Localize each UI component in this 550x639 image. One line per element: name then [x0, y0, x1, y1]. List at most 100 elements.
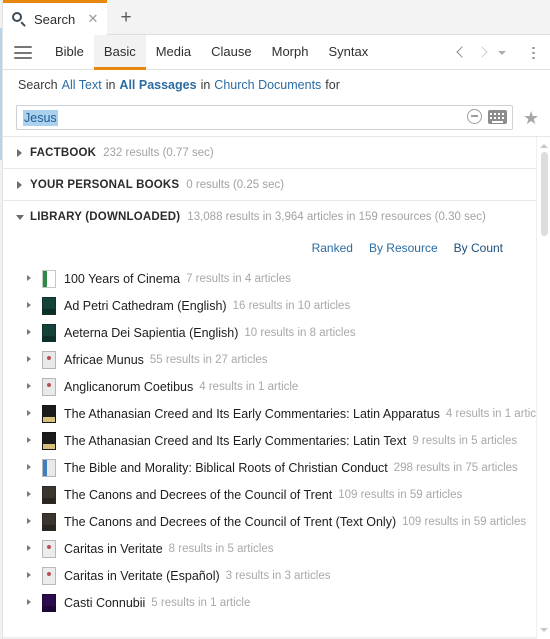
book-result-row[interactable]: Caritas in Veritate 8 results in 5 articl… — [3, 535, 550, 562]
tab-strip: Search ✕ + — [3, 0, 550, 35]
scroll-down-arrow-icon[interactable] — [540, 626, 548, 634]
chevron-left-icon[interactable] — [452, 41, 472, 65]
book-result-row[interactable]: The Canons and Decrees of the Council of… — [3, 481, 550, 508]
search-prefix: Search — [18, 78, 58, 92]
chevron-right-icon[interactable] — [472, 41, 492, 65]
star-icon[interactable]: ★ — [523, 109, 539, 127]
chevron-right-icon — [14, 147, 26, 159]
chevron-right-icon[interactable] — [24, 300, 36, 312]
book-result-count: 9 results in 5 articles — [412, 434, 518, 447]
app-window: Search ✕ + Bible Basic Media Clause Morp… — [0, 0, 550, 639]
results-panel: FACTBOOK 232 results (0.77 sec) YOUR PER… — [3, 137, 550, 639]
book-cover-icon — [42, 404, 56, 423]
book-result-row[interactable]: Anglicanorum Coetibus 4 results in 1 arti… — [3, 373, 550, 400]
book-result-count: 16 results in 10 articles — [232, 299, 351, 312]
tab-basic-label: Basic — [103, 43, 136, 59]
chevron-right-icon[interactable] — [24, 462, 36, 474]
chevron-right-icon[interactable] — [24, 273, 36, 285]
group-library[interactable]: LIBRARY (DOWNLOADED) 13,088 results in 3… — [3, 201, 550, 233]
group-personal-books-meta: 0 results (0.25 sec) — [186, 178, 285, 191]
book-result-row[interactable]: The Bible and Morality: Biblical Roots o… — [3, 454, 550, 481]
chevron-right-icon[interactable] — [24, 381, 36, 393]
search-input[interactable]: Jesus — [16, 105, 513, 130]
hamburger-menu-icon[interactable] — [14, 46, 32, 59]
chevron-right-icon[interactable] — [24, 327, 36, 339]
tab-syntax[interactable]: Syntax — [318, 35, 378, 70]
book-result-count: 8 results in 5 articles — [168, 542, 274, 555]
book-title: The Athanasian Creed and Its Early Comme… — [64, 433, 407, 448]
tab-clause[interactable]: Clause — [201, 35, 261, 70]
group-factbook-title: FACTBOOK — [30, 146, 97, 159]
chevron-right-icon[interactable] — [24, 570, 36, 582]
search-row: Jesus ★ — [3, 99, 550, 137]
book-result-count: 5 results in 1 article — [151, 596, 251, 609]
group-library-meta: 13,088 results in 3,964 articles in 159 … — [187, 211, 486, 223]
book-title: Caritas in Veritate (Español) — [64, 568, 220, 583]
book-result-row[interactable]: Aeterna Dei Sapientia (English) 10 result… — [3, 319, 550, 346]
book-result-row[interactable]: 100 Years of Cinema 7 results in 4 articl… — [3, 265, 550, 292]
scope-collection-link[interactable]: Church Documents — [214, 78, 321, 92]
history-clear-icon[interactable] — [467, 109, 482, 124]
book-result-row[interactable]: The Canons and Decrees of the Council of… — [3, 508, 550, 535]
scroll-up-arrow-icon[interactable] — [540, 142, 548, 150]
scope-all-text-link[interactable]: All Text — [62, 78, 102, 92]
group-factbook-meta: 232 results (0.77 sec) — [103, 146, 214, 159]
tab-morph-label: Morph — [271, 43, 309, 59]
chevron-down-icon[interactable] — [492, 41, 512, 65]
sort-options: Ranked By Resource By Count — [3, 233, 550, 263]
chevron-right-icon[interactable] — [24, 543, 36, 555]
book-cover-icon — [42, 296, 56, 315]
search-input-value: Jesus — [23, 109, 58, 126]
toolbar-actions — [452, 35, 544, 70]
scrollbar-thumb[interactable] — [541, 152, 548, 236]
sort-by-count-link[interactable]: By Count — [454, 241, 503, 255]
close-icon[interactable]: ✕ — [85, 11, 101, 27]
search-input-icons — [467, 109, 507, 124]
book-result-row[interactable]: Africae Munus 55 results in 27 articles — [3, 346, 550, 373]
book-result-row[interactable]: The Athanasian Creed and Its Early Comme… — [3, 400, 550, 427]
book-cover-icon — [42, 593, 56, 612]
chevron-right-icon[interactable] — [24, 489, 36, 501]
book-title: 100 Years of Cinema — [64, 271, 181, 286]
group-factbook[interactable]: FACTBOOK 232 results (0.77 sec) — [3, 137, 550, 169]
book-result-count: 4 results in 1 article — [445, 407, 545, 420]
book-title: Aeterna Dei Sapientia (English) — [64, 325, 239, 340]
book-cover-icon — [42, 539, 56, 558]
book-title: The Canons and Decrees of the Council of… — [64, 487, 333, 502]
book-title: Ad Petri Cathedram (English) — [64, 298, 227, 313]
results-scrollbar[interactable] — [536, 137, 550, 639]
keyboard-icon[interactable] — [488, 109, 507, 124]
book-cover-icon — [42, 431, 56, 450]
chevron-right-icon[interactable] — [24, 435, 36, 447]
toolbar-tabs: Bible Basic Media Clause Morph Syntax — [45, 35, 378, 70]
tab-search[interactable]: Search ✕ — [3, 0, 107, 35]
book-cover-icon — [42, 566, 56, 585]
book-cover-icon — [42, 512, 56, 531]
book-title: Caritas in Veritate — [64, 541, 163, 556]
book-result-row[interactable]: Ad Petri Cathedram (English) 16 results i… — [3, 292, 550, 319]
chevron-right-icon[interactable] — [24, 408, 36, 420]
chevron-right-icon[interactable] — [24, 597, 36, 609]
plus-icon[interactable]: + — [115, 7, 137, 29]
book-title: The Athanasian Creed and Its Early Comme… — [64, 406, 440, 421]
sort-ranked-link[interactable]: Ranked — [312, 241, 353, 255]
tab-clause-label: Clause — [211, 43, 252, 59]
tab-basic[interactable]: Basic — [93, 35, 146, 70]
book-title: The Bible and Morality: Biblical Roots o… — [64, 460, 388, 475]
tab-media[interactable]: Media — [146, 35, 201, 70]
chevron-down-icon — [14, 211, 26, 223]
chevron-right-icon[interactable] — [24, 516, 36, 528]
book-result-count: 10 results in 8 articles — [244, 326, 356, 339]
kebab-menu-icon[interactable] — [522, 41, 544, 65]
tab-bible[interactable]: Bible — [45, 35, 94, 70]
sort-by-resource-link[interactable]: By Resource — [369, 241, 438, 255]
book-result-row[interactable]: The Athanasian Creed and Its Early Comme… — [3, 427, 550, 454]
group-library-title: LIBRARY (DOWNLOADED) — [30, 211, 181, 223]
book-result-row[interactable]: Casti Connubii 5 results in 1 article — [3, 589, 550, 616]
tab-morph[interactable]: Morph — [262, 35, 319, 70]
book-result-row[interactable]: Caritas in Veritate (Español) 3 results i… — [3, 562, 550, 589]
chevron-right-icon[interactable] — [24, 354, 36, 366]
tab-media-label: Media — [155, 43, 192, 59]
scope-all-passages-link[interactable]: All Passages — [119, 78, 196, 92]
group-personal-books[interactable]: YOUR PERSONAL BOOKS 0 results (0.25 sec) — [3, 169, 550, 201]
